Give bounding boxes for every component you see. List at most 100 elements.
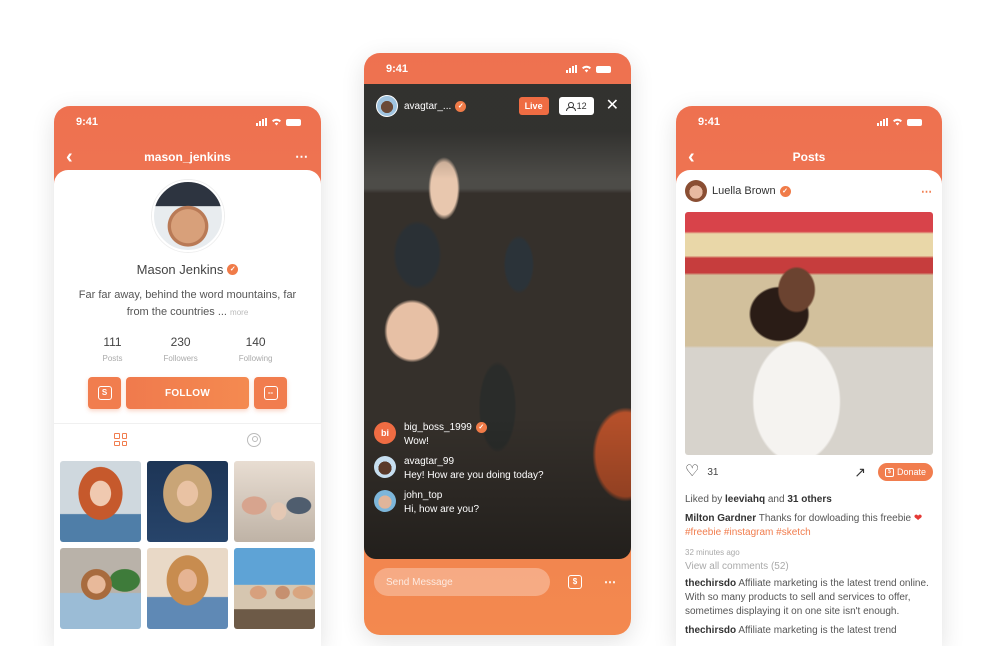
- donate-button[interactable]: S: [88, 377, 121, 409]
- liked-by: Liked by leeviahq and 31 others: [685, 494, 933, 505]
- more-options-button[interactable]: ⋯: [289, 149, 309, 165]
- wifi-icon: [582, 65, 591, 73]
- profile-screen: 9:41 ‹ mason_jenkins ⋯ Mason Jenkins ✓ F…: [54, 106, 321, 646]
- hashtag[interactable]: #sketch: [776, 527, 810, 538]
- signal-icon: [877, 118, 888, 126]
- donate-dollar-icon[interactable]: $: [568, 575, 582, 589]
- view-all-comments-link[interactable]: View all comments (52): [685, 561, 933, 572]
- live-screen: 9:41 avagtar_... ✓ Live 12 ✕ bi big_boss…: [364, 53, 631, 635]
- comment-text: Hey! How are you doing today?: [404, 470, 544, 481]
- dollar-icon: S: [97, 386, 112, 400]
- stat-label: Posts: [102, 354, 123, 363]
- comment-user[interactable]: avagtar_99: [404, 456, 544, 467]
- profile-bio: Far far away, behind the word mountains,…: [54, 287, 321, 321]
- author-avatar[interactable]: [685, 180, 707, 202]
- send-message-input[interactable]: [374, 568, 550, 596]
- comment-user[interactable]: thechirsdo: [685, 625, 736, 636]
- verified-badge-icon: ✓: [779, 185, 791, 197]
- share-icon[interactable]: ↗: [854, 464, 866, 481]
- liked-by-and: and: [767, 494, 785, 505]
- stat-value: 140: [245, 335, 266, 349]
- post-more-button[interactable]: ⋯: [921, 185, 933, 198]
- more-options-button[interactable]: ⋯: [604, 575, 617, 589]
- stat-value: 111: [103, 335, 122, 349]
- donate-button[interactable]: $ Donate: [877, 463, 933, 481]
- photo-thumbnail[interactable]: [60, 548, 141, 629]
- comment-avatar[interactable]: [374, 490, 396, 512]
- photo-grid: [54, 455, 321, 635]
- verified-badge-icon: ✓: [475, 422, 487, 433]
- comment-user[interactable]: thechirsdo: [685, 578, 736, 589]
- post-image[interactable]: [685, 212, 933, 455]
- live-header: avagtar_... ✓ Live 12 ✕: [376, 95, 619, 117]
- host-name-row[interactable]: avagtar_... ✓: [404, 100, 467, 112]
- post-comment: thechirsdo Affiliate marketing is the la…: [685, 577, 933, 619]
- live-footer: $ ⋯: [374, 568, 621, 596]
- viewer-count-badge[interactable]: 12: [558, 97, 594, 115]
- page-title: Posts: [792, 150, 826, 164]
- liked-by-others[interactable]: 31 others: [787, 494, 831, 505]
- stat-value: 230: [170, 335, 191, 349]
- tagged-person-icon: [247, 432, 262, 447]
- battery-icon: [907, 118, 922, 126]
- tab-tagged[interactable]: [188, 432, 322, 447]
- bio-text: Far far away, behind the word mountains,…: [78, 289, 297, 318]
- photo-thumbnail[interactable]: [147, 548, 228, 629]
- live-badge: Live: [518, 97, 549, 115]
- profile-stats: 111 Posts 230 Followers 140 Following: [82, 335, 293, 363]
- photo-thumbnail[interactable]: [234, 548, 315, 629]
- live-comments: bi big_boss_1999 ✓ Wow! avagtar_99 Hey! …: [374, 422, 544, 515]
- dollar-icon: $: [884, 467, 894, 477]
- host-avatar[interactable]: [376, 95, 398, 117]
- photo-thumbnail[interactable]: [234, 461, 315, 542]
- close-button[interactable]: ✕: [606, 98, 619, 114]
- stat-followers[interactable]: 230 Followers: [163, 335, 197, 363]
- status-bar: 9:41: [54, 106, 321, 138]
- wifi-icon: [893, 118, 902, 126]
- back-button[interactable]: ‹: [66, 147, 86, 167]
- posts-screen: 9:41 ‹ Posts Luella Brown ✓ ⋯ ♡ 31 ↗ $ D: [676, 106, 942, 646]
- comment-avatar[interactable]: [374, 456, 396, 478]
- like-heart-icon[interactable]: ♡: [685, 464, 699, 480]
- comment-text: Hi, how are you?: [404, 504, 480, 515]
- liked-by-user[interactable]: leeviahq: [725, 494, 765, 505]
- hashtag[interactable]: #instagram: [724, 527, 773, 538]
- stat-following[interactable]: 140 Following: [239, 335, 273, 363]
- comment-user[interactable]: big_boss_1999: [404, 422, 472, 433]
- back-button[interactable]: ‹: [688, 147, 708, 167]
- likes-count: 31: [707, 466, 719, 478]
- stat-posts[interactable]: 111 Posts: [102, 335, 122, 363]
- donate-label: Donate: [896, 467, 926, 477]
- photo-thumbnail[interactable]: [60, 461, 141, 542]
- follow-button[interactable]: FOLLOW: [126, 377, 249, 409]
- comment-user[interactable]: john_top: [404, 490, 479, 501]
- author-row[interactable]: Luella Brown ✓: [712, 185, 791, 197]
- status-icons: [256, 118, 301, 126]
- live-comment: john_top Hi, how are you?: [374, 490, 544, 515]
- liked-by-prefix: Liked by: [685, 494, 723, 505]
- post-comment: thechirsdo Affiliate marketing is the la…: [685, 624, 933, 638]
- live-comment: avagtar_99 Hey! How are you doing today?: [374, 456, 544, 481]
- status-icons: [566, 65, 611, 73]
- bio-more-link[interactable]: more: [230, 308, 248, 317]
- profile-name-row: Mason Jenkins ✓: [54, 262, 321, 277]
- post-actions: ♡ 31 ↗ $ Donate: [685, 457, 933, 487]
- post-timestamp: 32 minutes ago: [685, 548, 740, 557]
- caption-user[interactable]: Milton Gardner: [685, 513, 756, 524]
- heart-emoji: ❤: [913, 513, 923, 524]
- comment-text: Wow!: [404, 436, 429, 447]
- profile-tabs: [54, 423, 321, 455]
- status-icons: [877, 118, 922, 126]
- photo-thumbnail[interactable]: [147, 461, 228, 542]
- hashtag[interactable]: #freebie: [685, 527, 721, 538]
- verified-badge-icon: ✓: [227, 264, 239, 275]
- battery-icon: [286, 118, 301, 126]
- message-button[interactable]: --: [254, 377, 287, 409]
- post-card: Luella Brown ✓ ⋯ ♡ 31 ↗ $ Donate Liked b…: [676, 170, 942, 646]
- tab-grid[interactable]: [54, 433, 188, 446]
- comment-avatar[interactable]: bi: [374, 422, 396, 444]
- post-header: Luella Brown ✓ ⋯: [685, 170, 933, 212]
- post-caption: Milton Gardner Thanks for dowloading thi…: [685, 512, 933, 540]
- chat-icon: --: [263, 386, 278, 400]
- profile-name: Mason Jenkins: [136, 262, 224, 277]
